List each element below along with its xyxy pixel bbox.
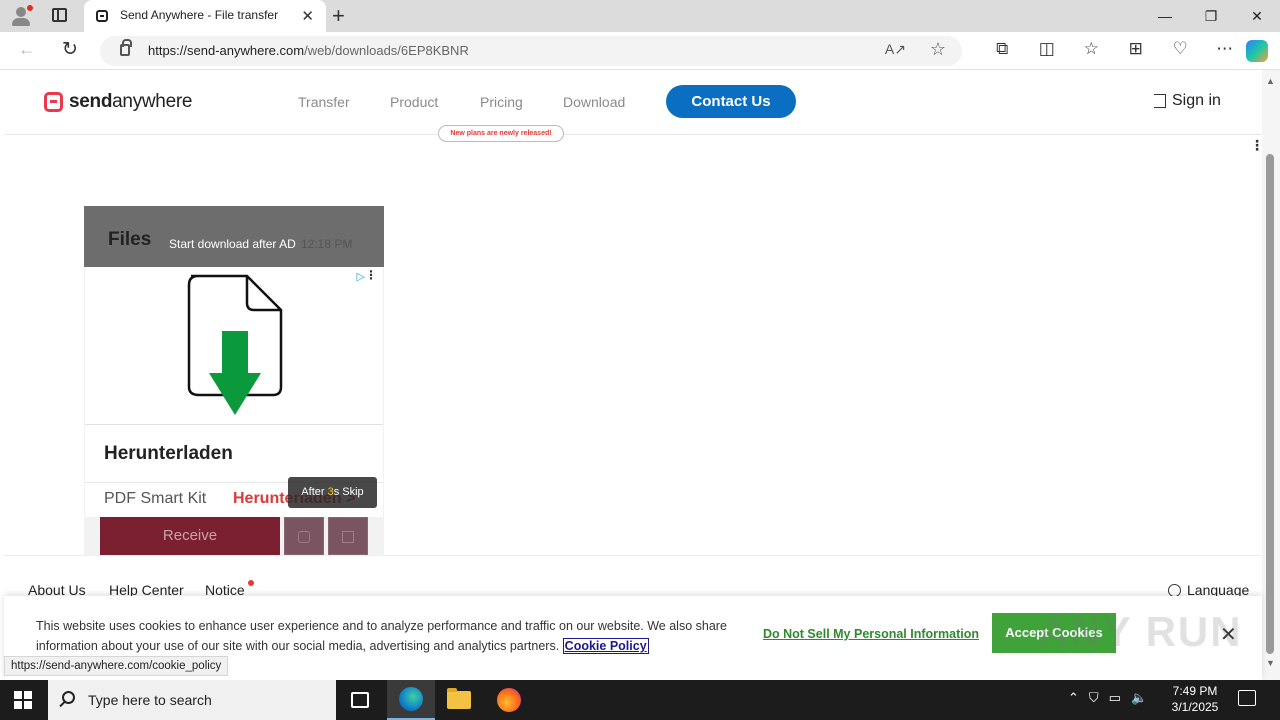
extensions-icon[interactable]: ⧉	[980, 39, 1025, 59]
page-scrollbar[interactable]: ▲ ▼	[1262, 70, 1280, 680]
edge-taskbar-icon[interactable]	[387, 680, 435, 720]
browser-essentials-icon[interactable]: ♡	[1158, 39, 1203, 59]
nav-pricing[interactable]: Pricing	[480, 94, 523, 110]
files-title: Files	[108, 229, 152, 250]
taskbar-search[interactable]: Type here to search	[48, 680, 336, 720]
browser-tab[interactable]: Send Anywhere - File transfer ✕	[84, 0, 326, 32]
network-icon[interactable]: ▭	[1109, 690, 1121, 706]
page-more-icon[interactable]: ⋮	[1250, 137, 1262, 154]
promo-badge: New plans are newly released!	[438, 125, 564, 142]
notice-badge	[248, 580, 254, 586]
nav-product[interactable]: Product	[390, 94, 438, 110]
link-share-button[interactable]	[284, 517, 324, 555]
sendanywhere-logo[interactable]: sendanywhere	[44, 91, 192, 113]
sign-in-link[interactable]: Sign in	[1154, 92, 1221, 110]
cookie-message: This website uses cookies to enhance use…	[36, 619, 727, 654]
system-tray[interactable]: ⌃ ⛉ ▭ 🔈	[1068, 690, 1147, 706]
window-close-button[interactable]: ✕	[1234, 0, 1280, 32]
search-icon	[62, 691, 75, 704]
tab-actions-icon[interactable]	[52, 8, 67, 22]
logo-mark-icon	[44, 92, 63, 112]
qr-icon	[342, 531, 354, 543]
back-arrow-icon[interactable]: ←	[18, 39, 36, 60]
do-not-sell-link[interactable]: Do Not Sell My Personal Information	[763, 627, 979, 641]
read-aloud-icon[interactable]: A↗	[885, 41, 906, 58]
ad-skip-button[interactable]: After 3s Skip	[288, 477, 377, 508]
volume-icon[interactable]: 🔈	[1131, 690, 1147, 706]
start-button[interactable]	[14, 691, 32, 709]
ad-advertiser[interactable]: PDF Smart Kit	[104, 490, 206, 508]
copilot-icon[interactable]	[1246, 40, 1268, 62]
browser-tab-strip: Send Anywhere - File transfer ✕ + — ❐ ✕	[0, 0, 1280, 32]
cookie-policy-link[interactable]: Cookie Policy	[562, 638, 649, 654]
taskbar-clock[interactable]: 7:49 PM 3/1/2025	[1166, 683, 1224, 715]
tab-close-icon[interactable]: ✕	[301, 7, 314, 25]
tab-favicon-icon	[96, 10, 108, 22]
qr-code-button[interactable]	[328, 517, 368, 555]
web-page: sendanywhere Transfer Product Pricing Do…	[4, 70, 1262, 680]
site-header: sendanywhere Transfer Product Pricing Do…	[4, 70, 1262, 142]
file-download-icon	[187, 274, 283, 415]
file-explorer-icon[interactable]	[435, 680, 483, 720]
split-screen-icon[interactable]: ◫	[1025, 39, 1070, 59]
firefox-icon[interactable]	[485, 680, 533, 720]
adchoices-icon[interactable]: ▷	[357, 270, 365, 283]
security-icon[interactable]: ⛉	[1089, 690, 1099, 706]
files-card: Files Start download after AD 12:18 PM ▷…	[84, 206, 384, 555]
receive-button[interactable]: Receive	[100, 517, 280, 555]
contact-us-button[interactable]: Contact Us	[666, 85, 796, 118]
lock-icon[interactable]	[120, 39, 132, 56]
card-time: 12:18 PM	[301, 237, 353, 251]
ad-image[interactable]	[85, 267, 383, 425]
favorites-icon[interactable]: ☆	[1069, 39, 1114, 59]
show-hidden-icons-icon[interactable]: ⌃	[1068, 690, 1079, 706]
windows-taskbar: Type here to search ⌃ ⛉ ▭ 🔈 7:49 PM 3/1/…	[0, 680, 1280, 720]
nav-download[interactable]: Download	[563, 94, 625, 110]
reload-icon[interactable]: ↻	[62, 38, 78, 61]
scroll-up-icon[interactable]: ▲	[1266, 76, 1275, 86]
link-icon	[298, 531, 310, 543]
ad-menu-icon[interactable]: ⋮	[365, 268, 377, 282]
globe-icon	[1168, 583, 1181, 597]
address-bar: ← ↻ https://send-anywhere.com/web/downlo…	[0, 32, 1280, 70]
taskbar-search-placeholder: Type here to search	[88, 692, 212, 708]
ad-headline[interactable]: Herunterladen	[104, 443, 233, 465]
collections-icon[interactable]: ⊞	[1114, 39, 1159, 59]
notifications-icon[interactable]	[1238, 690, 1256, 706]
ad-unit[interactable]: ▷ ⋮ Herunterladen PDF Smart Kit Herunter…	[85, 267, 383, 517]
start-download-notice: Start download after AD	[169, 237, 296, 251]
nav-transfer[interactable]: Transfer	[298, 94, 350, 110]
scroll-thumb[interactable]	[1266, 154, 1274, 654]
more-menu-icon[interactable]: ⋯	[1203, 39, 1248, 59]
profile-icon[interactable]	[10, 5, 33, 27]
scroll-down-icon[interactable]: ▼	[1266, 658, 1275, 668]
maximize-button[interactable]: ❐	[1188, 0, 1234, 32]
url-text[interactable]: https://send-anywhere.com/web/downloads/…	[148, 43, 469, 58]
task-view-icon[interactable]	[336, 680, 384, 720]
minimize-button[interactable]: —	[1142, 0, 1188, 32]
anyrun-watermark: ANY RUN	[1038, 608, 1243, 655]
tab-title: Send Anywhere - File transfer	[120, 8, 279, 22]
status-bar-url: https://send-anywhere.com/cookie_policy	[4, 656, 229, 676]
sign-in-icon	[1154, 94, 1166, 108]
favorite-star-icon[interactable]: ☆	[930, 39, 946, 60]
files-card-header: Files Start download after AD 12:18 PM	[84, 206, 384, 267]
new-tab-button[interactable]: +	[332, 3, 345, 29]
url-field[interactable]: https://send-anywhere.com/web/downloads/…	[100, 36, 962, 66]
